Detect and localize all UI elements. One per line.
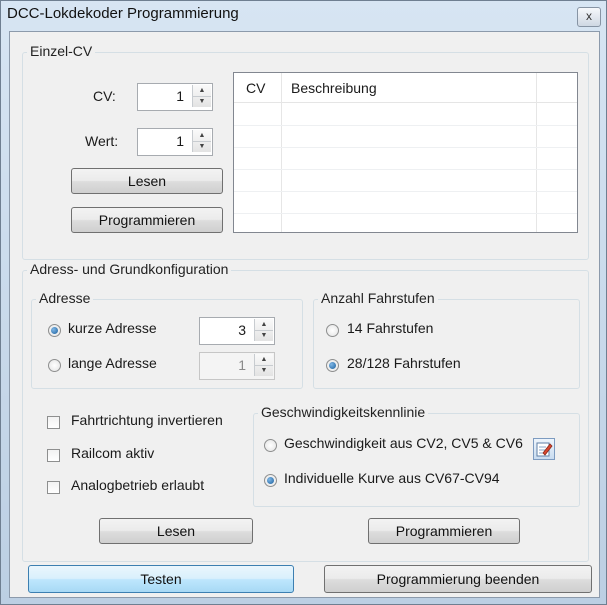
short-address-arrows: ▲ ▼ (254, 319, 273, 341)
column-header-cv[interactable]: CV (246, 80, 265, 96)
table-row-line (234, 125, 577, 126)
cv-label: CV: (93, 88, 116, 104)
fahrstufen-14-radio[interactable] (326, 324, 339, 337)
analog-checkbox[interactable] (47, 481, 60, 494)
long-address-spinner: 1 ▲ ▼ (199, 352, 275, 380)
cv-program-button[interactable]: Programmieren (71, 207, 223, 233)
kennlinie-curve-label[interactable]: Individuelle Kurve aus CV67-CV94 (284, 470, 500, 486)
group-grundkonfiguration: Adress- und Grundkonfiguration Adresse k… (22, 261, 589, 562)
group-einzel-cv: Einzel-CV CV: 1 ▲ ▼ Wert: 1 ▲ ▼ Lesen Pr… (22, 43, 589, 260)
wert-spinner-arrows: ▲ ▼ (192, 130, 211, 152)
short-address-down-icon[interactable]: ▼ (255, 330, 273, 341)
config-read-button[interactable]: Lesen (99, 518, 253, 544)
group-label-adresse: Adresse (36, 290, 94, 306)
group-label-grundkonfiguration: Adress- und Grundkonfiguration (27, 261, 232, 277)
group-label-kennlinie: Geschwindigkeitskennlinie (258, 404, 429, 420)
column-divider (281, 73, 282, 232)
cv-spin-down-icon[interactable]: ▼ (193, 96, 211, 107)
fahrstufen-14-label[interactable]: 14 Fahrstufen (347, 320, 433, 336)
short-address-label[interactable]: kurze Adresse (68, 320, 157, 336)
wert-label: Wert: (85, 133, 119, 149)
long-address-label[interactable]: lange Adresse (68, 355, 157, 371)
long-address-arrows: ▲ ▼ (254, 354, 273, 376)
edit-curve-icon[interactable] (533, 438, 555, 460)
edit-curve-icon-graphic (536, 442, 553, 457)
invert-direction-checkbox[interactable] (47, 416, 60, 429)
dialog-client-area: Einzel-CV CV: 1 ▲ ▼ Wert: 1 ▲ ▼ Lesen Pr… (9, 31, 600, 598)
test-button[interactable]: Testen (28, 565, 294, 593)
cv-spinner-arrows: ▲ ▼ (192, 85, 211, 107)
window-title: DCC-Lokdekoder Programmierung (7, 5, 239, 22)
cv-value: 1 (176, 88, 184, 104)
railcom-checkbox[interactable] (47, 449, 60, 462)
kennlinie-cv-label[interactable]: Geschwindigkeit aus CV2, CV5 & CV6 (284, 435, 523, 451)
railcom-label[interactable]: Railcom aktiv (71, 445, 154, 461)
long-address-value: 1 (238, 357, 246, 373)
close-button[interactable]: x (577, 7, 601, 27)
column-header-beschreibung[interactable]: Beschreibung (291, 80, 377, 96)
table-row-line (234, 147, 577, 148)
finish-programming-button[interactable]: Programmierung beenden (324, 565, 592, 593)
wert-spin-down-icon[interactable]: ▼ (193, 141, 211, 152)
long-address-down-icon: ▼ (260, 367, 268, 374)
short-address-spinner[interactable]: 3 ▲ ▼ (199, 317, 275, 345)
analog-label[interactable]: Analogbetrieb erlaubt (71, 477, 204, 493)
short-address-radio[interactable] (48, 324, 61, 337)
short-address-value: 3 (238, 322, 246, 338)
table-row-line (234, 191, 577, 192)
cv-table[interactable]: CV Beschreibung (233, 72, 578, 233)
config-program-button[interactable]: Programmieren (368, 518, 520, 544)
table-row-line (234, 169, 577, 170)
group-adresse: Adresse kurze Adresse 3 ▲ ▼ lange Adress… (31, 290, 303, 389)
wert-spinner[interactable]: 1 ▲ ▼ (137, 128, 213, 156)
title-bar[interactable]: DCC-Lokdekoder Programmierung x (1, 1, 606, 29)
group-label-fahrstufen: Anzahl Fahrstufen (318, 290, 438, 306)
group-kennlinie: Geschwindigkeitskennlinie Geschwindigkei… (253, 404, 580, 507)
cv-read-button[interactable]: Lesen (71, 168, 223, 194)
cv-spinner[interactable]: 1 ▲ ▼ (137, 83, 213, 111)
group-fahrstufen: Anzahl Fahrstufen 14 Fahrstufen 28/128 F… (313, 290, 580, 389)
long-address-radio[interactable] (48, 359, 61, 372)
kennlinie-curve-radio[interactable] (264, 474, 277, 487)
wert-value: 1 (176, 133, 184, 149)
cv-table-header: CV Beschreibung (234, 73, 577, 103)
kennlinie-cv-radio[interactable] (264, 439, 277, 452)
group-label-einzel-cv: Einzel-CV (27, 43, 96, 59)
column-divider (536, 73, 537, 232)
table-row-line (234, 213, 577, 214)
invert-direction-label[interactable]: Fahrtrichtung invertieren (71, 412, 223, 428)
fahrstufen-28-radio[interactable] (326, 359, 339, 372)
fahrstufen-28-label[interactable]: 28/128 Fahrstufen (347, 355, 461, 371)
dialog-window: DCC-Lokdekoder Programmierung x Einzel-C… (0, 0, 607, 605)
